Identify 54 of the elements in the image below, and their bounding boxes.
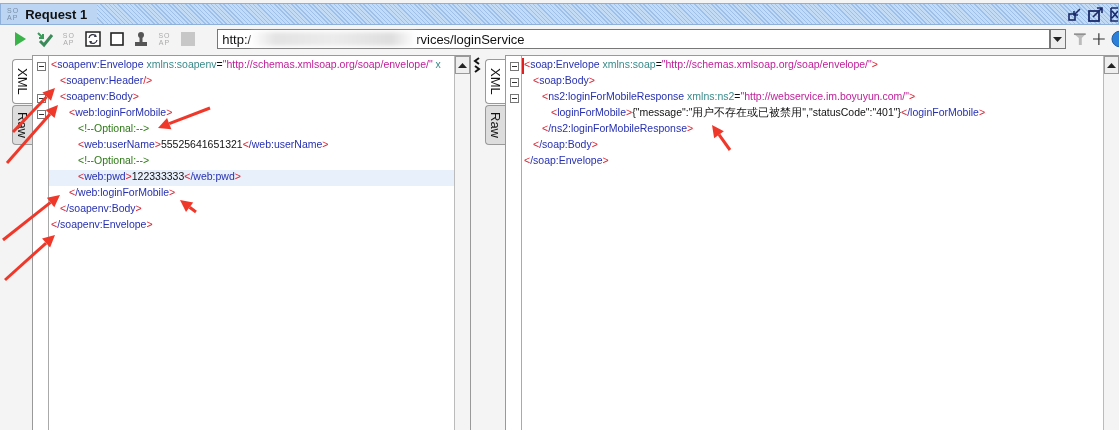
minimize-icon[interactable] [1068,7,1082,21]
xml-line: </ns2:loginForMobileResponse> [541,122,695,136]
annotation-arrow [4,235,55,282]
scroll-up-button[interactable] [1104,56,1119,74]
endpoint-field[interactable]: http:/ rvices/loginService [217,29,1050,49]
view-tab[interactable]: XML [485,59,505,104]
scroll-up-button[interactable] [455,56,470,74]
annotation-arrow [180,200,197,214]
xml-line: </soapenv:Envelope> [50,218,154,232]
square-icon [107,30,126,48]
annotation-arrow [5,105,58,164]
collapse-icon[interactable] [36,109,46,119]
caret-icon [1053,36,1063,42]
view-tab[interactable]: Raw [485,104,505,145]
xml-line: <!--Optional:--> [77,122,151,136]
stop-icon [179,30,198,48]
check-button[interactable] [36,30,54,48]
collapse-icon[interactable] [36,61,46,71]
collapse-icon[interactable] [36,93,46,103]
refresh-icon [83,30,102,48]
xml-line: <soapenv:Header/> [59,74,154,88]
window-title: Request 1 [25,6,88,22]
help-icon[interactable] [1111,30,1119,48]
caret-icon [458,62,467,68]
annotation-arrow [712,125,732,151]
scrollbar[interactable] [1103,56,1119,430]
xml-line: </soap:Body> [532,138,599,152]
xml-line: <web:loginForMobile> [68,106,174,120]
collapse-icon[interactable] [509,77,519,87]
xml-line: <soapenv:Envelope xmlns:soapenv="http://schemas.xmlsoap.org/soap/envelope/" x [50,58,442,72]
xml-line: </soapenv:Body> [59,202,143,216]
close-icon[interactable] [1110,6,1118,22]
refresh-button[interactable] [83,30,102,48]
check-icon [36,30,54,48]
maximize-icon[interactable] [1088,6,1104,22]
xml-line: <soap:Envelope xmlns:soap="http://schemas.xmlsoap.org/soap/envelope/"> [522,58,880,74]
collapse-icon[interactable] [473,57,481,73]
xml-line: <!--Optional:--> [77,154,151,168]
xml-line: </soap:Envelope> [523,154,610,168]
scrollbar[interactable] [454,56,470,430]
square-button[interactable] [107,30,126,48]
view-tab[interactable]: XML [12,59,32,104]
collapse-icon[interactable] [509,61,519,71]
xml-line: <web:userName>55525641651321</web:userName> [77,138,330,152]
add-icon[interactable] [1093,33,1106,45]
xml-line: <soapenv:Body> [59,90,140,104]
xml-line: <soap:Body> [532,74,596,88]
xml-line: </web:loginForMobile> [68,186,177,200]
xml-line: <ns2:loginForMobileResponse xmlns:ns2="http://webservice.im.boyuyun.com/"> [541,90,917,104]
caret-icon [1107,62,1116,68]
xml-line: <web:pwd>122333333</web:pwd> [77,170,242,184]
collapse-icon[interactable] [509,93,519,103]
xml-line: <loginForMobile>{"message":"用户不存在或已被禁用","statusCode":"401"}</loginForMobile> [550,106,987,120]
dropdown-button[interactable] [1050,29,1066,49]
